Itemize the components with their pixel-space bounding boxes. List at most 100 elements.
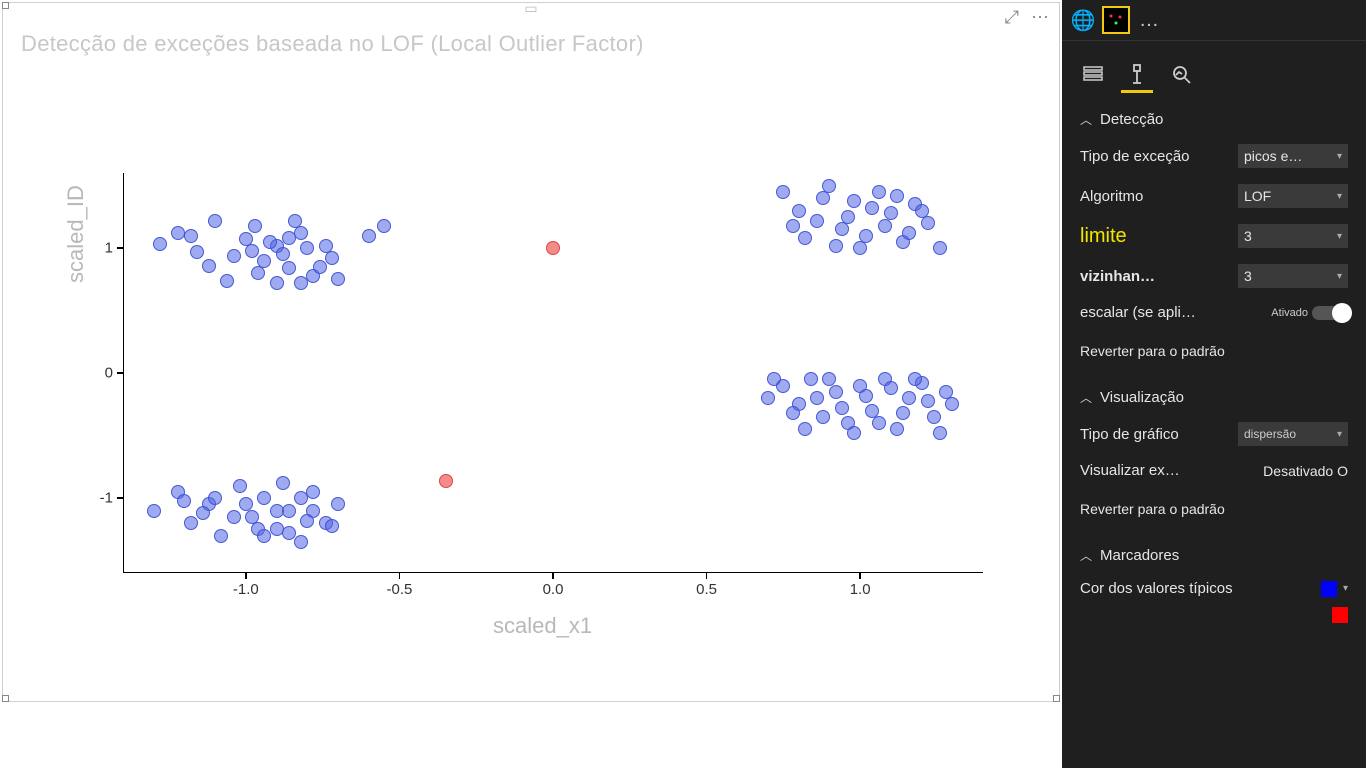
chart-canvas[interactable]: ▭ ⤢ ⋯ Detecção de exceções baseada no LO… <box>0 0 1062 768</box>
inlier-point[interactable] <box>257 491 271 505</box>
inlier-point[interactable] <box>208 214 222 228</box>
inlier-point[interactable] <box>294 535 308 549</box>
inlier-point[interactable] <box>915 204 929 218</box>
inlier-point[interactable] <box>153 237 167 251</box>
inlier-point[interactable] <box>282 526 296 540</box>
inlier-point[interactable] <box>263 235 277 249</box>
inlier-point[interactable] <box>829 239 843 253</box>
color-picker-outlier[interactable] <box>1332 607 1348 623</box>
inlier-point[interactable] <box>921 394 935 408</box>
selection-handle-top[interactable]: ▭ <box>524 0 537 17</box>
inlier-point[interactable] <box>847 426 861 440</box>
inlier-point[interactable] <box>270 504 284 518</box>
inlier-point[interactable] <box>792 204 806 218</box>
inlier-point[interactable] <box>177 494 191 508</box>
inlier-point[interactable] <box>853 241 867 255</box>
outlier-point[interactable] <box>439 474 453 488</box>
inlier-point[interactable] <box>319 239 333 253</box>
dropdown-chart-type[interactable]: dispersão▾ <box>1238 422 1348 446</box>
inlier-point[interactable] <box>214 529 228 543</box>
revert-default-visualization[interactable]: Reverter para o padrão <box>1062 487 1366 531</box>
inlier-point[interactable] <box>829 385 843 399</box>
inlier-point[interactable] <box>282 261 296 275</box>
inlier-point[interactable] <box>798 422 812 436</box>
toggle-view-ex[interactable]: Desativado O <box>1263 463 1348 479</box>
inlier-point[interactable] <box>251 266 265 280</box>
outlier-point[interactable] <box>546 241 560 255</box>
inlier-point[interactable] <box>865 201 879 215</box>
dropdown-algorithm[interactable]: LOF▾ <box>1238 184 1348 208</box>
inlier-point[interactable] <box>786 219 800 233</box>
inlier-point[interactable] <box>890 422 904 436</box>
inlier-point[interactable] <box>184 516 198 530</box>
inlier-point[interactable] <box>239 497 253 511</box>
inlier-point[interactable] <box>810 391 824 405</box>
inlier-point[interactable] <box>927 410 941 424</box>
inlier-point[interactable] <box>896 406 910 420</box>
inlier-point[interactable] <box>282 231 296 245</box>
more-options-icon[interactable]: ⋯ <box>1031 7 1049 28</box>
inlier-point[interactable] <box>362 229 376 243</box>
inlier-point[interactable] <box>872 185 886 199</box>
inlier-point[interactable] <box>245 244 259 258</box>
inlier-point[interactable] <box>908 372 922 386</box>
selection-handle[interactable] <box>2 695 9 702</box>
inlier-point[interactable] <box>196 506 210 520</box>
inlier-point[interactable] <box>233 479 247 493</box>
inlier-point[interactable] <box>331 497 345 511</box>
inlier-point[interactable] <box>884 381 898 395</box>
inlier-point[interactable] <box>220 274 234 288</box>
inlier-point[interactable] <box>331 272 345 286</box>
section-markers[interactable]: ︿ Marcadores <box>1062 531 1366 572</box>
focus-mode-icon[interactable]: ⤢ <box>1005 7 1019 28</box>
inlier-point[interactable] <box>847 194 861 208</box>
inlier-point[interactable] <box>227 510 241 524</box>
inlier-point[interactable] <box>208 491 222 505</box>
inlier-point[interactable] <box>810 214 824 228</box>
visual-type-globe-icon[interactable]: 🌐 <box>1070 7 1096 33</box>
section-detection[interactable]: ︿ Detecção <box>1062 95 1366 136</box>
revert-default-detection[interactable]: Reverter para o padrão <box>1062 329 1366 373</box>
inlier-point[interactable] <box>816 191 830 205</box>
inlier-point[interactable] <box>776 185 790 199</box>
fields-tab[interactable] <box>1080 61 1106 87</box>
more-visuals-icon[interactable]: … <box>1136 7 1162 33</box>
selection-handle[interactable] <box>2 2 9 9</box>
color-picker-typical[interactable]: ▾ <box>1321 581 1348 597</box>
scatter-plot[interactable]: -101-1.0-0.50.00.51.0 <box>123 173 983 573</box>
inlier-point[interactable] <box>767 372 781 386</box>
inlier-point[interactable] <box>902 226 916 240</box>
inlier-point[interactable] <box>248 219 262 233</box>
inlier-point[interactable] <box>313 260 327 274</box>
visual-type-scatter-icon[interactable] <box>1102 6 1130 34</box>
dropdown-exception-type[interactable]: picos e…▾ <box>1238 144 1348 168</box>
inlier-point[interactable] <box>933 426 947 440</box>
inlier-point[interactable] <box>300 514 314 528</box>
inlier-point[interactable] <box>325 519 339 533</box>
dropdown-limit[interactable]: 3▾ <box>1238 224 1348 248</box>
inlier-point[interactable] <box>276 247 290 261</box>
inlier-point[interactable] <box>190 245 204 259</box>
inlier-point[interactable] <box>257 529 271 543</box>
inlier-point[interactable] <box>288 214 302 228</box>
inlier-point[interactable] <box>835 401 849 415</box>
inlier-point[interactable] <box>147 504 161 518</box>
inlier-point[interactable] <box>325 251 339 265</box>
inlier-point[interactable] <box>878 219 892 233</box>
inlier-point[interactable] <box>761 391 775 405</box>
inlier-point[interactable] <box>945 397 959 411</box>
inlier-point[interactable] <box>276 476 290 490</box>
inlier-point[interactable] <box>921 216 935 230</box>
inlier-point[interactable] <box>300 241 314 255</box>
inlier-point[interactable] <box>294 226 308 240</box>
inlier-point[interactable] <box>270 276 284 290</box>
inlier-point[interactable] <box>377 219 391 233</box>
inlier-point[interactable] <box>872 416 886 430</box>
inlier-point[interactable] <box>202 259 216 273</box>
inlier-point[interactable] <box>786 406 800 420</box>
inlier-point[interactable] <box>859 389 873 403</box>
selection-handle[interactable] <box>1053 695 1060 702</box>
inlier-point[interactable] <box>933 241 947 255</box>
inlier-point[interactable] <box>294 491 308 505</box>
format-tab[interactable] <box>1124 61 1150 87</box>
